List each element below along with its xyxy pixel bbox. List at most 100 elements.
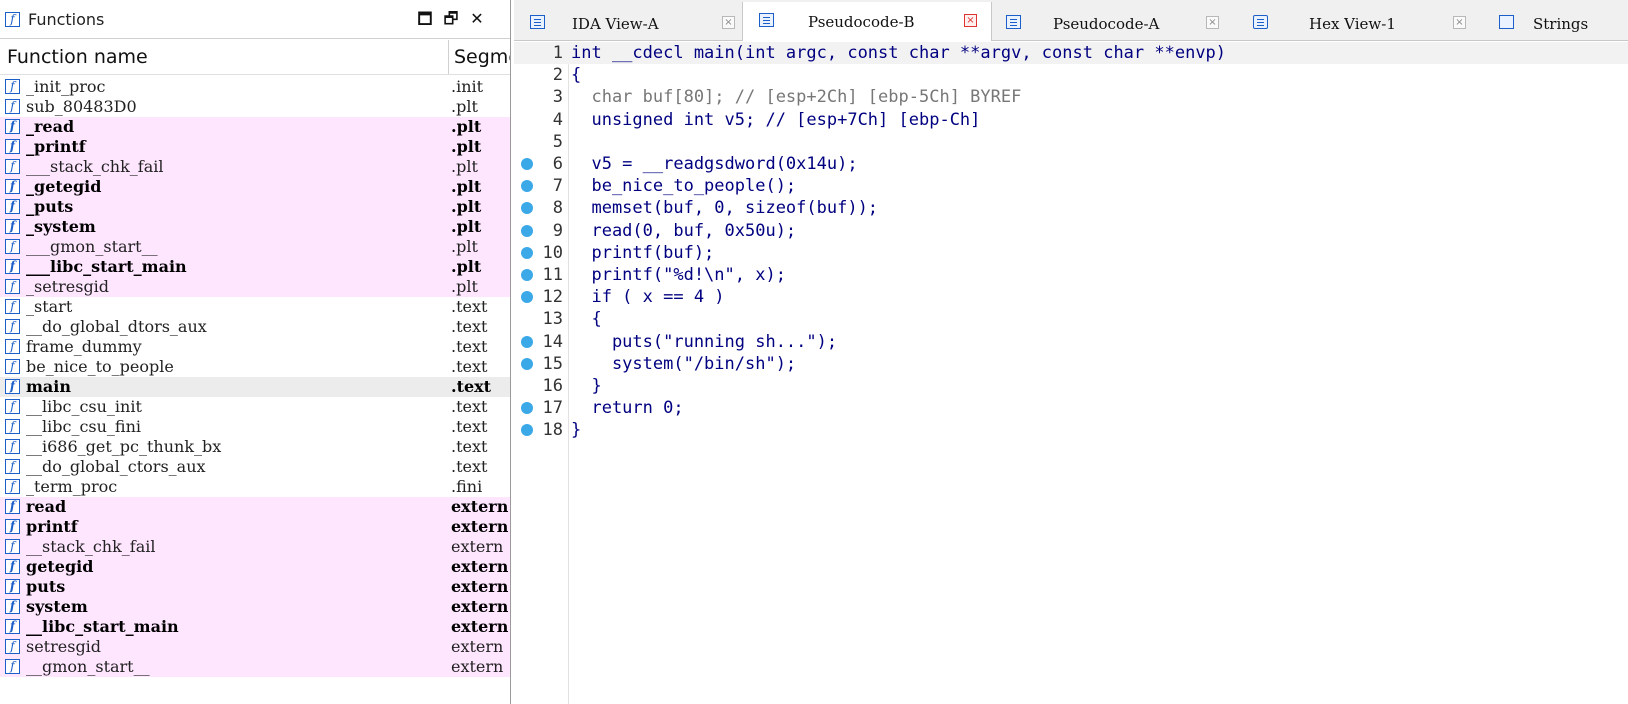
tab-close-icon[interactable]: × [1453,16,1466,29]
function-icon: f [5,499,20,514]
code-line[interactable]: 3 char buf[80]; // [esp+2Ch] [ebp-5Ch] B… [514,86,1628,108]
function-name: frame_dummy [26,337,142,356]
function-row[interactable]: f _term_proc .fini [0,477,510,497]
function-row[interactable]: f __gmon_start__ extern [0,657,510,677]
function-segment: .text [451,317,488,336]
hex-icon [1253,15,1268,29]
code-line[interactable]: 4 unsigned int v5; // [esp+7Ch] [ebp-Ch] [514,109,1628,131]
function-name: _setresgid [26,277,110,296]
tab-pseudocode-b[interactable]: Pseudocode-B × [742,2,992,41]
code-line[interactable]: 17 return 0; [514,397,1628,419]
tab-pseudocode-a[interactable]: Pseudocode-A × [990,4,1237,40]
code-line[interactable]: 14 puts("running sh..."); [514,331,1628,353]
code-line[interactable]: 8 memset(buf, 0, sizeof(buf)); [514,197,1628,219]
function-row[interactable]: f __do_global_dtors_aux .text [0,317,510,337]
pseudocode-view[interactable]: 1 int __cdecl main(int argc, const char *… [514,42,1628,704]
code-text: } [571,420,582,441]
code-line[interactable]: 7 be_nice_to_people(); [514,175,1628,197]
code-text: { [571,65,582,86]
function-segment: extern [451,537,504,556]
code-text: return 0; [571,398,684,419]
function-row[interactable]: f _puts .plt [0,197,510,217]
function-segment: .plt [451,157,478,176]
functions-column-header: Function name Segment [0,40,510,75]
function-segment: extern [451,597,509,616]
function-segment: .plt [451,217,482,236]
function-row[interactable]: f _init_proc .init [0,77,510,97]
function-row[interactable]: f printf extern [0,517,510,537]
tab-close-icon[interactable]: × [964,14,977,27]
tab-hex-view-1[interactable]: Hex View-1 × [1237,4,1483,40]
function-icon: f [5,519,20,534]
function-row[interactable]: f read extern [0,497,510,517]
function-segment: extern [451,657,504,676]
code-line[interactable]: 15 system("/bin/sh"); [514,353,1628,375]
close-icon[interactable]: ✕ [466,8,488,30]
function-row[interactable]: f ___gmon_start__ .plt [0,237,510,257]
restore-icon[interactable]: 🗗 [440,8,462,30]
line-number: 1 [552,43,563,63]
function-row[interactable]: f be_nice_to_people .text [0,357,510,377]
function-row[interactable]: f _printf .plt [0,137,510,157]
function-row[interactable]: f frame_dummy .text [0,337,510,357]
column-segment[interactable]: Segment [454,46,510,68]
code-line[interactable]: 13 { [514,308,1628,330]
function-row[interactable]: f __libc_csu_init .text [0,397,510,417]
function-row[interactable]: f __libc_start_main extern [0,617,510,637]
code-line[interactable]: 10 printf(buf); [514,242,1628,264]
tab-ida-view-a[interactable]: IDA View-A × [514,4,742,40]
function-row[interactable]: f main .text [0,377,510,397]
line-number: 14 [542,331,563,352]
code-line[interactable]: 6 v5 = __readgsdword(0x14u); [514,153,1628,175]
function-name: __i686_get_pc_thunk_bx [26,437,222,456]
function-row[interactable]: f getegid extern [0,557,510,577]
function-icon: f [5,619,20,634]
code-line[interactable]: 9 read(0, buf, 0x50u); [514,220,1628,242]
maximize-icon[interactable]: 🗖 [414,8,436,30]
function-row[interactable]: f _system .plt [0,217,510,237]
code-line[interactable]: 2{ [514,64,1628,86]
function-icon: f [5,539,20,554]
function-row[interactable]: f _start .text [0,297,510,317]
line-number: 4 [552,109,563,130]
code-line[interactable]: 16 } [514,375,1628,397]
function-icon: f [5,439,20,454]
line-number: 13 [542,309,563,330]
function-row[interactable]: f __i686_get_pc_thunk_bx .text [0,437,510,457]
function-segment: .text [451,417,488,436]
function-name: __libc_start_main [26,617,179,636]
code-line[interactable]: 1 int __cdecl main(int argc, const char *… [514,42,1628,64]
function-row[interactable]: f _read .plt [0,117,510,137]
tab-strings[interactable]: Strings [1483,4,1628,40]
function-name: printf [26,517,78,536]
tab-label: IDA View-A [572,15,659,33]
function-row[interactable]: f _setresgid .plt [0,277,510,297]
function-row[interactable]: f __libc_csu_fini .text [0,417,510,437]
function-row[interactable]: f _getegid .plt [0,177,510,197]
code-line[interactable]: 18} [514,419,1628,441]
function-row[interactable]: f setresgid extern [0,637,510,657]
column-separator[interactable] [448,40,449,74]
function-row[interactable]: f ___libc_start_main .plt [0,257,510,277]
column-function-name[interactable]: Function name [7,46,148,68]
function-row[interactable]: f puts extern [0,577,510,597]
line-number: 5 [552,131,563,152]
function-row[interactable]: f __do_global_ctors_aux .text [0,457,510,477]
function-name: _term_proc [26,477,118,496]
function-row[interactable]: f sub_80483D0 .plt [0,97,510,117]
function-row[interactable]: f system extern [0,597,510,617]
code-text: puts("running sh..."); [571,331,838,352]
function-segment: .text [451,397,488,416]
code-text: be_nice_to_people(); [571,176,797,197]
function-row[interactable]: f __stack_chk_fail extern [0,537,510,557]
code-line[interactable]: 11 printf("%d!\n", x); [514,264,1628,286]
function-segment: .plt [451,97,478,116]
code-text: memset(buf, 0, sizeof(buf)); [571,198,879,219]
function-row[interactable]: f ___stack_chk_fail .plt [0,157,510,177]
function-name: _start [26,297,73,316]
tab-close-icon[interactable]: × [1206,16,1219,29]
function-segment: .plt [451,117,482,136]
tab-close-icon[interactable]: × [722,16,735,29]
code-line[interactable]: 12 if ( x == 4 ) [514,286,1628,308]
code-line[interactable]: 5 [514,131,1628,153]
